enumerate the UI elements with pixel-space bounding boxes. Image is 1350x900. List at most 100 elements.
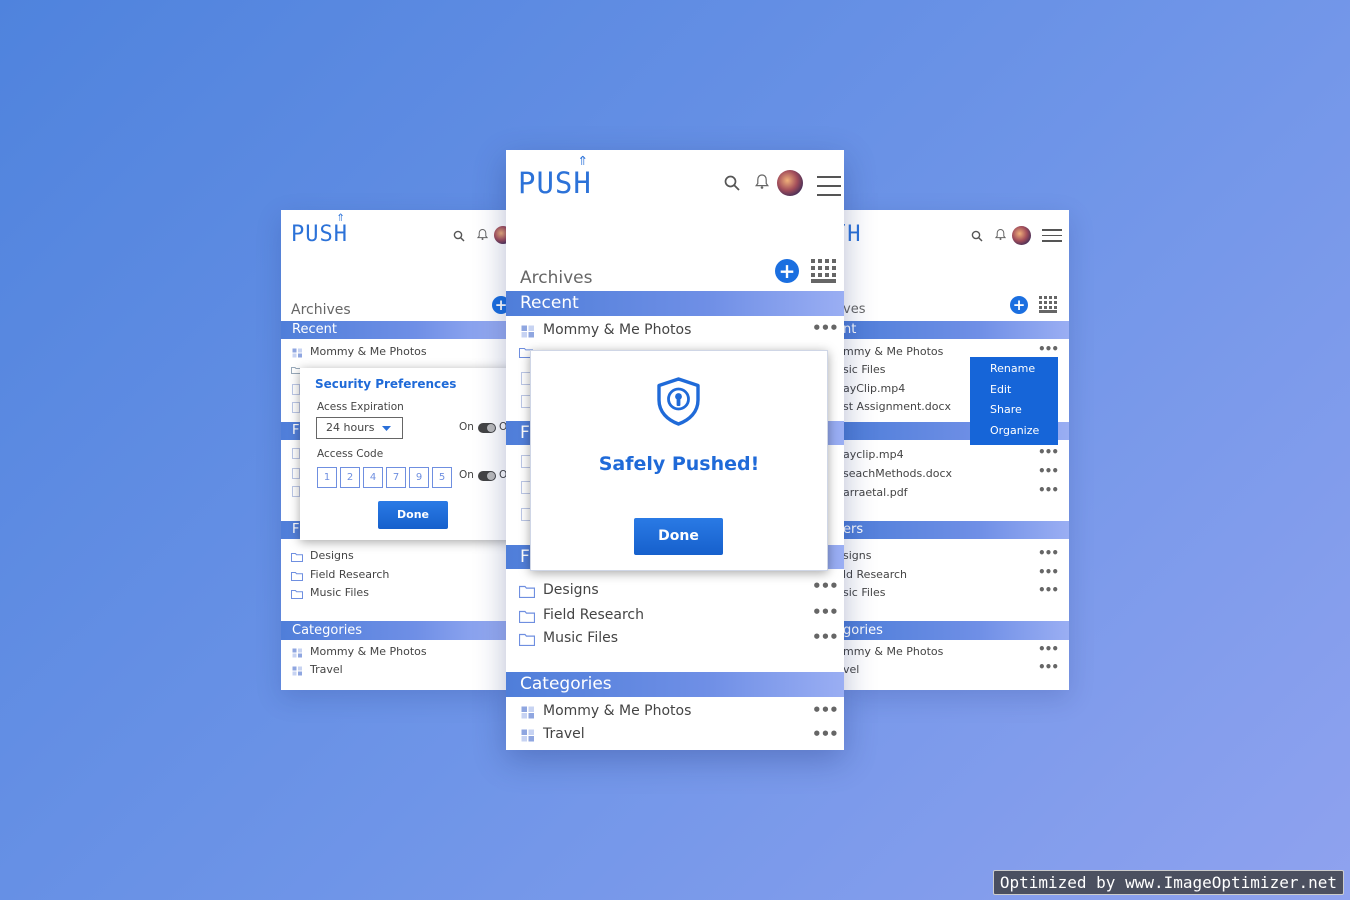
list-item[interactable]: Travel: [281, 663, 506, 679]
more-icon[interactable]: •••: [1038, 445, 1059, 459]
category-icon: [292, 666, 302, 676]
grid-icon[interactable]: [1039, 296, 1057, 313]
list-item-label: st Assignment.docx: [843, 400, 952, 413]
hamburger-icon[interactable]: [1042, 229, 1062, 249]
code-digit[interactable]: 7: [386, 467, 406, 488]
toggle-tail-label: O: [499, 469, 506, 481]
more-icon[interactable]: •••: [1038, 660, 1059, 674]
code-digit[interactable]: 2: [340, 467, 360, 488]
code-digit[interactable]: 9: [409, 467, 429, 488]
list-item-label: seachMethods.docx: [843, 467, 953, 480]
expiration-select[interactable]: 24 hours: [316, 417, 403, 439]
code-digit[interactable]: 1: [317, 467, 337, 488]
plus-icon[interactable]: +: [1010, 296, 1028, 314]
list-item[interactable]: ayclip.mp4 •••: [843, 445, 1069, 464]
more-icon[interactable]: •••: [812, 603, 839, 621]
list-item[interactable]: Designs •••: [506, 577, 844, 602]
menu-item-organize[interactable]: Organize: [970, 421, 1058, 442]
list-item-label: Field Research: [543, 607, 644, 623]
center-phone-screen: PUSH ⇑ Archives + Recent Mommy & Me Phot…: [506, 150, 844, 750]
list-item[interactable]: arraetal.pdf •••: [843, 483, 1069, 502]
list-item[interactable]: Mommy & Me Photos •••: [506, 319, 844, 342]
expiration-value: 24 hours: [326, 421, 375, 434]
more-icon[interactable]: •••: [812, 577, 839, 595]
more-icon[interactable]: •••: [1038, 583, 1059, 597]
list-item-label: Mommy & Me Photos: [543, 703, 692, 719]
done-button[interactable]: Done: [634, 518, 723, 555]
more-icon[interactable]: •••: [812, 725, 839, 743]
code-digit[interactable]: 4: [363, 467, 383, 488]
menu-item-rename[interactable]: Rename: [970, 359, 1058, 380]
chevron-down-icon: [382, 426, 391, 431]
list-item[interactable]: Designs: [281, 549, 506, 565]
list-item[interactable]: Field Research: [281, 568, 506, 584]
bell-icon[interactable]: [477, 228, 488, 241]
menu-item-edit[interactable]: Edit: [970, 380, 1058, 401]
list-item-label: arraetal.pdf: [843, 486, 908, 499]
more-icon[interactable]: •••: [812, 628, 839, 646]
list-item-label: mmy & Me Photos: [843, 345, 944, 358]
more-icon[interactable]: •••: [1038, 342, 1059, 356]
file-icon: [292, 486, 300, 497]
list-item[interactable]: ld Research •••: [843, 565, 1069, 584]
file-icon: [292, 468, 300, 479]
access-code-toggle[interactable]: [478, 471, 496, 481]
done-button[interactable]: Done: [378, 501, 448, 529]
list-item[interactable]: sic Files •••: [843, 583, 1069, 602]
folders-header: ers: [843, 521, 1069, 539]
folder-icon: [291, 553, 303, 562]
avatar[interactable]: [777, 170, 803, 196]
toggle-on-label: On: [459, 469, 474, 481]
list-item[interactable]: signs •••: [843, 546, 1069, 565]
archives-title: ves: [843, 302, 866, 317]
list-item-label: Music Files: [310, 586, 369, 599]
list-item[interactable]: Mommy & Me Photos: [281, 645, 506, 661]
toggle-on-label: On: [459, 421, 474, 433]
list-item[interactable]: Music Files: [281, 586, 506, 602]
avatar[interactable]: [1012, 226, 1031, 245]
list-item[interactable]: mmy & Me Photos •••: [843, 642, 1069, 661]
bell-icon[interactable]: [995, 228, 1006, 241]
hamburger-icon[interactable]: [817, 176, 841, 196]
categories-header: Categories: [506, 672, 844, 697]
plus-icon[interactable]: +: [492, 296, 506, 314]
folder-icon: [291, 590, 303, 599]
menu-item-share[interactable]: Share: [970, 400, 1058, 421]
grid-icon[interactable]: [811, 259, 836, 283]
list-item[interactable]: Field Research •••: [506, 603, 844, 627]
list-item[interactable]: Music Files •••: [506, 628, 844, 650]
search-icon[interactable]: [453, 230, 465, 242]
bell-icon[interactable]: [755, 173, 769, 190]
code-digit[interactable]: 5: [432, 467, 452, 488]
list-item[interactable]: Mommy & Me Photos: [281, 345, 506, 361]
more-icon[interactable]: •••: [812, 319, 839, 337]
context-menu: Rename Edit Share Organize: [970, 357, 1058, 445]
file-icon: [292, 384, 300, 395]
logo-text: PUSH: [518, 166, 592, 200]
more-icon[interactable]: •••: [1038, 546, 1059, 560]
watermark: Optimized by www.ImageOptimizer.net: [992, 870, 1344, 895]
list-item-label: Mommy & Me Photos: [310, 645, 427, 658]
expiration-label: Acess Expiration: [317, 401, 404, 413]
category-icon: [292, 348, 302, 358]
plus-icon[interactable]: +: [775, 259, 799, 283]
search-icon[interactable]: [971, 230, 983, 242]
more-icon[interactable]: •••: [1038, 464, 1059, 478]
list-item[interactable]: vel •••: [843, 660, 1069, 679]
list-item[interactable]: Travel •••: [506, 725, 844, 746]
more-icon[interactable]: •••: [1038, 642, 1059, 656]
logo-arrow: ⇑: [336, 210, 346, 225]
recent-header: Recent: [506, 291, 844, 316]
list-item[interactable]: seachMethods.docx •••: [843, 464, 1069, 483]
safely-pushed-dialog: Safely Pushed! Done: [530, 350, 828, 571]
search-icon[interactable]: [724, 175, 740, 191]
avatar[interactable]: [494, 226, 506, 244]
expiration-toggle[interactable]: [478, 423, 496, 433]
list-item[interactable]: Mommy & Me Photos •••: [506, 701, 844, 723]
logo-arrow: ⇑: [577, 150, 589, 170]
more-icon[interactable]: •••: [1038, 483, 1059, 497]
toggle-tail-label: O: [499, 421, 506, 433]
more-icon[interactable]: •••: [1038, 565, 1059, 579]
left-phone-screen: PUSH ⇑ Archives + Recent Mommy & Me Phot…: [281, 210, 506, 690]
more-icon[interactable]: •••: [812, 701, 839, 719]
